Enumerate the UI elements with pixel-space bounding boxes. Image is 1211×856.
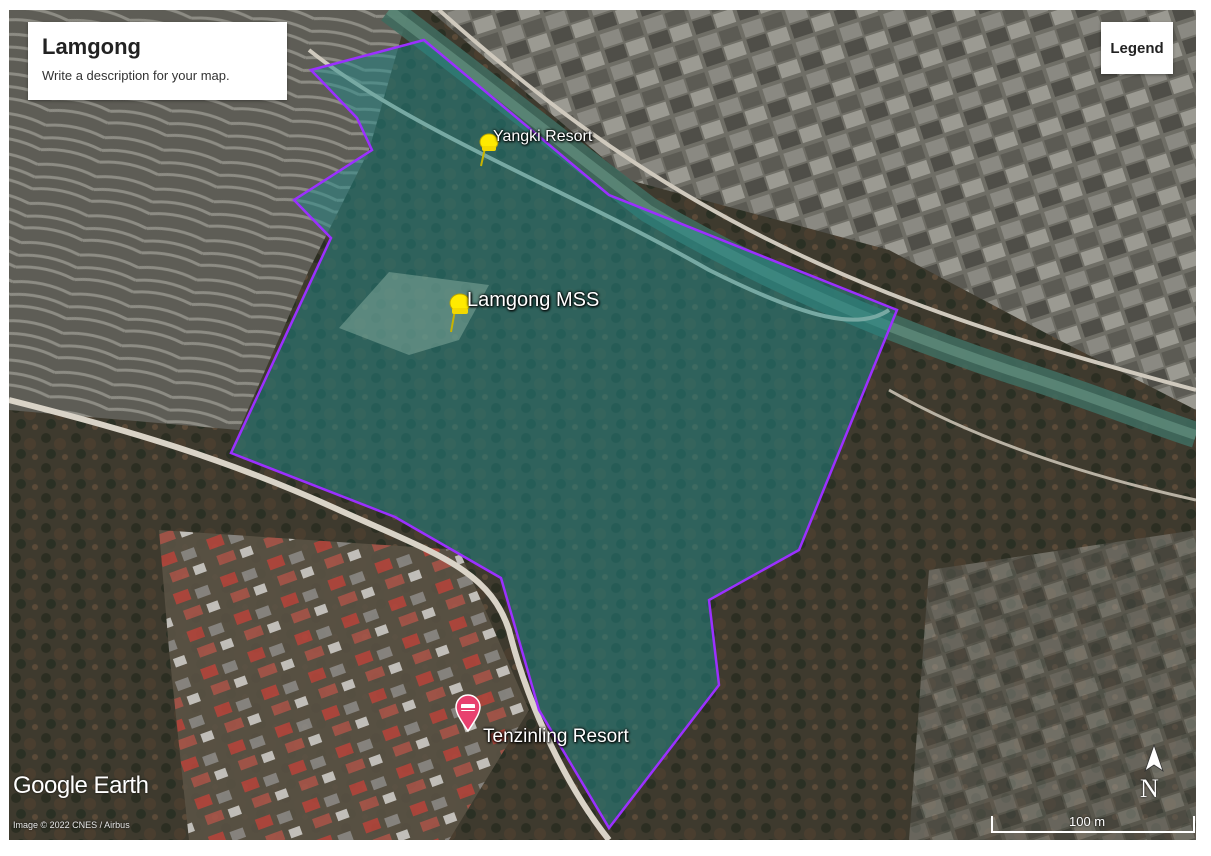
imagery-credit: Image © 2022 CNES / Airbus: [13, 820, 130, 830]
map-title: Lamgong: [42, 34, 141, 59]
google-earth-logo: Google Earth: [13, 772, 149, 799]
placemark-label-yangki-resort[interactable]: Yangki Resort: [493, 128, 592, 146]
map-title-card: Lamgong Write a description for your map…: [28, 22, 287, 100]
legend-button[interactable]: Legend: [1101, 22, 1173, 74]
satellite-imagery: [9, 10, 1196, 840]
scale-bar-label: 100 m: [1069, 814, 1106, 829]
map-description[interactable]: Write a description for your map.: [42, 68, 273, 83]
placemark-label-lamgong-mss[interactable]: Lamgong MSS: [467, 289, 599, 312]
placemark-label-tenzinling-resort[interactable]: Tenzinling Resort: [483, 726, 629, 748]
north-label: N: [1140, 774, 1159, 803]
satellite-map[interactable]: Lamgong Write a description for your map…: [9, 10, 1196, 840]
